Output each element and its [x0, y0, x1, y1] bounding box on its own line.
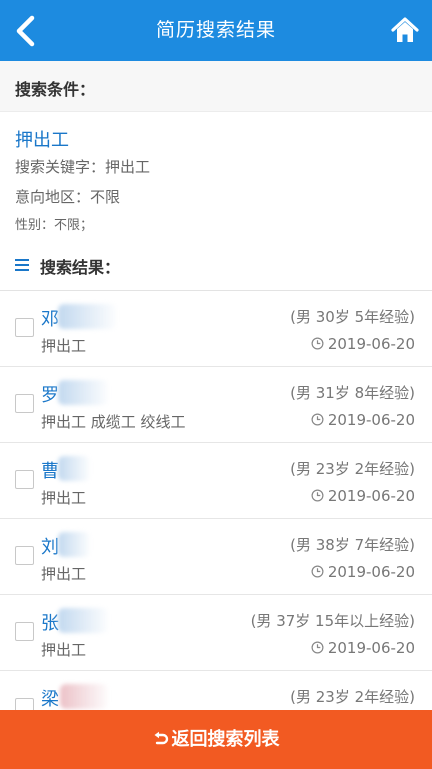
clock-icon — [311, 413, 324, 426]
search-conditions: 押出工 搜索关键字：押出工 意向地区：不限 性别：不限； 搜索结果： — [0, 112, 432, 290]
results-list: 邓 押出工 (男 30岁 5年经验) 2019-06-20 罗 押出工 成缆工 … — [0, 290, 432, 747]
update-date: 2019-06-20 — [311, 639, 415, 657]
list-icon — [15, 259, 29, 271]
candidate-name[interactable]: 张 — [41, 609, 59, 635]
app-header: 简历搜索结果 — [0, 0, 432, 61]
candidate-meta: (男 23岁 2年经验) — [290, 688, 415, 706]
date-text: 2019-06-20 — [327, 563, 415, 581]
candidate-name[interactable]: 曹 — [41, 457, 59, 483]
date-text: 2019-06-20 — [327, 411, 415, 429]
candidate-name[interactable]: 罗 — [41, 381, 59, 407]
candidate-job: 押出工 — [41, 641, 87, 659]
back-to-list-button[interactable]: 返回搜索列表 — [0, 710, 432, 769]
select-checkbox[interactable] — [15, 470, 34, 489]
update-date: 2019-06-20 — [311, 563, 415, 581]
select-checkbox[interactable] — [15, 394, 34, 413]
candidate-meta: (男 23岁 2年经验) — [290, 460, 415, 478]
list-item[interactable]: 张 押出工 (男 37岁 15年以上经验) 2019-06-20 — [0, 595, 432, 671]
clock-icon — [311, 489, 324, 502]
clock-icon — [311, 337, 324, 350]
candidate-job: 押出工 — [41, 337, 87, 355]
home-icon — [391, 17, 419, 42]
clock-icon — [311, 565, 324, 578]
undo-icon — [154, 731, 168, 745]
list-item[interactable]: 邓 押出工 (男 30岁 5年经验) 2019-06-20 — [0, 291, 432, 367]
update-date: 2019-06-20 — [311, 411, 415, 429]
name-blur-mask — [58, 304, 116, 329]
name-blur-mask — [58, 608, 108, 633]
select-checkbox[interactable] — [15, 318, 34, 337]
candidate-meta: (男 31岁 8年经验) — [290, 384, 415, 402]
page-title: 简历搜索结果 — [155, 19, 276, 41]
candidate-meta: (男 30岁 5年经验) — [290, 308, 415, 326]
clock-icon — [311, 641, 324, 654]
candidate-job: 押出工 成缆工 绞线工 — [41, 413, 186, 431]
keyword-line: 搜索关键字：押出工 — [15, 158, 151, 176]
update-date: 2019-06-20 — [311, 487, 415, 505]
gender-line: 性别：不限； — [15, 218, 94, 233]
select-checkbox[interactable] — [15, 546, 34, 565]
candidate-job: 押出工 — [41, 489, 87, 507]
update-date: 2019-06-20 — [311, 335, 415, 353]
home-button[interactable] — [390, 15, 420, 45]
keyword-title[interactable]: 押出工 — [15, 126, 69, 152]
name-blur-mask — [58, 456, 90, 481]
candidate-name[interactable]: 梁 — [41, 685, 59, 711]
list-item[interactable]: 罗 押出工 成缆工 绞线工 (男 31岁 8年经验) 2019-06-20 — [0, 367, 432, 443]
search-results-heading: 搜索结果： — [40, 258, 121, 277]
region-line: 意向地区：不限 — [15, 188, 121, 206]
select-checkbox[interactable] — [15, 622, 34, 641]
date-text: 2019-06-20 — [327, 335, 415, 353]
candidate-meta: (男 37岁 15年以上经验) — [250, 612, 415, 630]
search-conditions-header: 搜索条件： — [0, 61, 432, 112]
search-conditions-heading: 搜索条件： — [15, 80, 96, 99]
candidate-job: 押出工 — [41, 565, 87, 583]
back-to-list-label: 返回搜索列表 — [171, 729, 280, 750]
back-to-list-content[interactable]: 返回搜索列表 — [0, 710, 432, 769]
name-blur-mask — [58, 380, 108, 405]
candidate-name[interactable]: 邓 — [41, 305, 59, 331]
candidate-name[interactable]: 刘 — [41, 533, 59, 559]
list-item[interactable]: 刘 押出工 (男 38岁 7年经验) 2019-06-20 — [0, 519, 432, 595]
date-text: 2019-06-20 — [327, 639, 415, 657]
name-blur-mask — [60, 684, 108, 709]
candidate-meta: (男 38岁 7年经验) — [290, 536, 415, 554]
name-blur-mask — [58, 532, 90, 557]
date-text: 2019-06-20 — [327, 487, 415, 505]
list-item[interactable]: 曹 押出工 (男 23岁 2年经验) 2019-06-20 — [0, 443, 432, 519]
